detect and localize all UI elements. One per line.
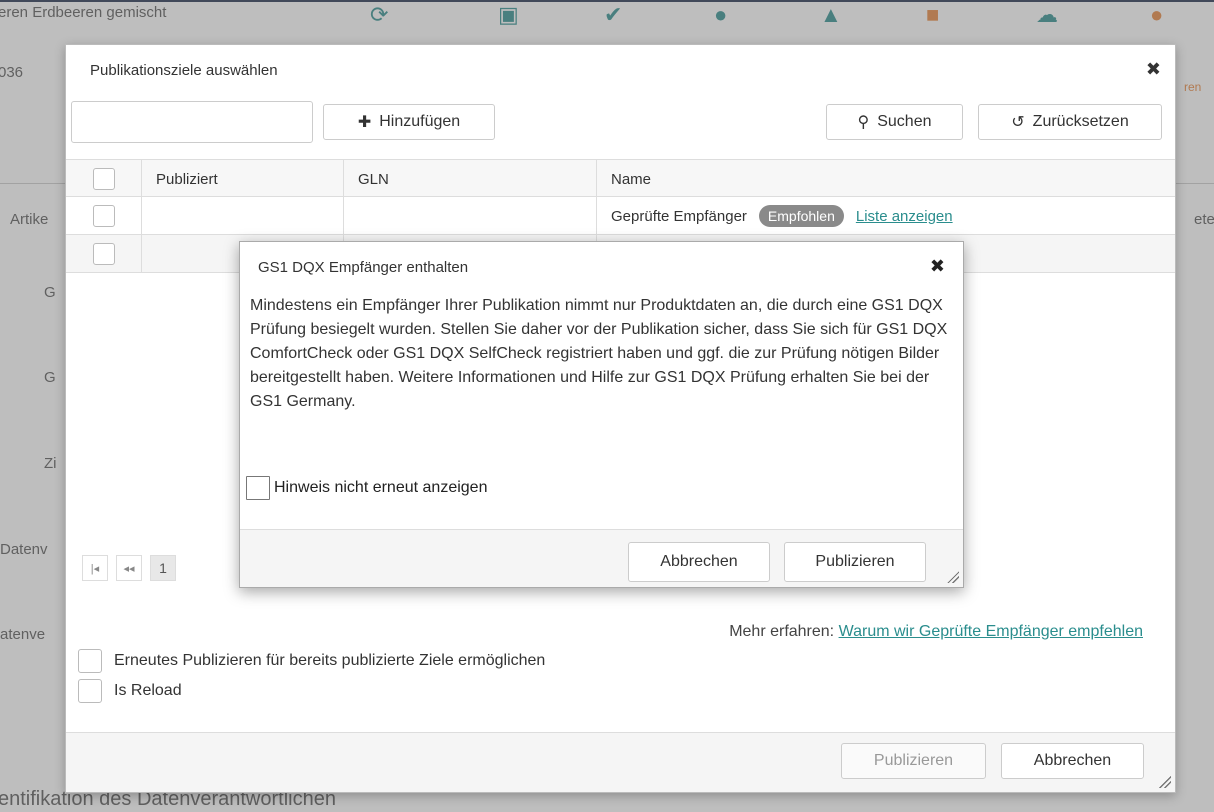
resize-grip-icon[interactable] (1159, 776, 1171, 788)
search-icon: ⚲ (857, 114, 870, 131)
row-checkbox[interactable] (92, 205, 115, 227)
republish-label: Erneutes Publizieren für bereits publizi… (114, 652, 546, 669)
cell-gln (344, 197, 597, 235)
more-info: Mehr erfahren: Warum wir Geprüfte Empfän… (729, 623, 1143, 641)
add-button-label: Hinzufügen (379, 113, 461, 130)
row-checkbox[interactable] (92, 243, 115, 265)
why-recommended-link[interactable]: Warum wir Geprüfte Empfänger empfehlen (839, 623, 1143, 640)
undo-icon: ↺ (1011, 114, 1025, 131)
dialog-footer: Publizieren Abbrechen (66, 732, 1175, 792)
alert-cancel-button[interactable]: Abbrechen (628, 542, 770, 582)
table-row[interactable]: Geprüfte Empfänger Empfohlen Liste anzei… (66, 197, 1175, 235)
column-header-publiziert[interactable]: Publiziert (142, 160, 344, 198)
dont-show-again-option[interactable]: Hinweis nicht erneut anzeigen (246, 476, 487, 500)
alert-title: GS1 DQX Empfänger enthalten (258, 259, 469, 276)
close-icon[interactable]: ✖ (930, 256, 945, 277)
cancel-button[interactable]: Abbrechen (1001, 743, 1144, 779)
dialog-titlebar: Publikationsziele auswählen ✖ (66, 45, 1175, 97)
add-button[interactable]: ✚ Hinzufügen (323, 104, 495, 140)
reset-button[interactable]: ↺ Zurücksetzen (978, 104, 1162, 140)
reload-label: Is Reload (114, 682, 182, 699)
cell-publiziert (142, 197, 344, 235)
current-page[interactable]: 1 (150, 555, 176, 581)
reset-button-label: Zurücksetzen (1032, 113, 1129, 130)
show-list-link[interactable]: Liste anzeigen (856, 208, 953, 225)
publish-button-disabled: Publizieren (841, 743, 986, 779)
reload-option[interactable]: Is Reload (78, 679, 182, 703)
dont-show-again-label: Hinweis nicht erneut anzeigen (274, 479, 488, 496)
more-info-label: Mehr erfahren: (729, 623, 835, 640)
grid-header: Publiziert GLN Name (66, 159, 1175, 198)
reload-checkbox[interactable] (78, 679, 102, 703)
pager: |◂ ◂◂ 1 (82, 555, 176, 581)
first-page-button[interactable]: |◂ (82, 555, 108, 581)
search-input[interactable] (71, 101, 313, 143)
alert-message: Mindestens ein Empfänger Ihrer Publikati… (250, 297, 948, 410)
alert-publish-button[interactable]: Publizieren (784, 542, 926, 582)
column-header-gln[interactable]: GLN (344, 160, 597, 198)
close-icon[interactable]: ✖ (1146, 59, 1161, 80)
resize-grip-icon[interactable] (947, 571, 959, 583)
dialog-title: Publikationsziele auswählen (90, 62, 278, 79)
plus-icon: ✚ (357, 114, 372, 131)
alert-footer: Abbrechen Publizieren (240, 529, 963, 587)
select-all-checkbox[interactable] (92, 168, 115, 190)
republish-option[interactable]: Erneutes Publizieren für bereits publizi… (78, 649, 545, 673)
dialog-toolbar: ✚ Hinzufügen ⚲ Suchen ↺ Zurücksetzen (66, 97, 1175, 159)
dqx-alert-dialog: GS1 DQX Empfänger enthalten ✖ Mindestens… (239, 241, 964, 588)
column-header-name[interactable]: Name (597, 160, 1175, 198)
recommended-badge: Empfohlen (758, 205, 844, 227)
search-button-label: Suchen (877, 113, 932, 130)
cell-name: Geprüfte Empfänger Empfohlen Liste anzei… (597, 197, 1175, 235)
target-name: Geprüfte Empfänger (611, 207, 747, 225)
previous-page-button[interactable]: ◂◂ (116, 555, 142, 581)
dont-show-again-checkbox[interactable] (246, 476, 270, 500)
republish-checkbox[interactable] (78, 649, 102, 673)
search-button[interactable]: ⚲ Suchen (826, 104, 963, 140)
